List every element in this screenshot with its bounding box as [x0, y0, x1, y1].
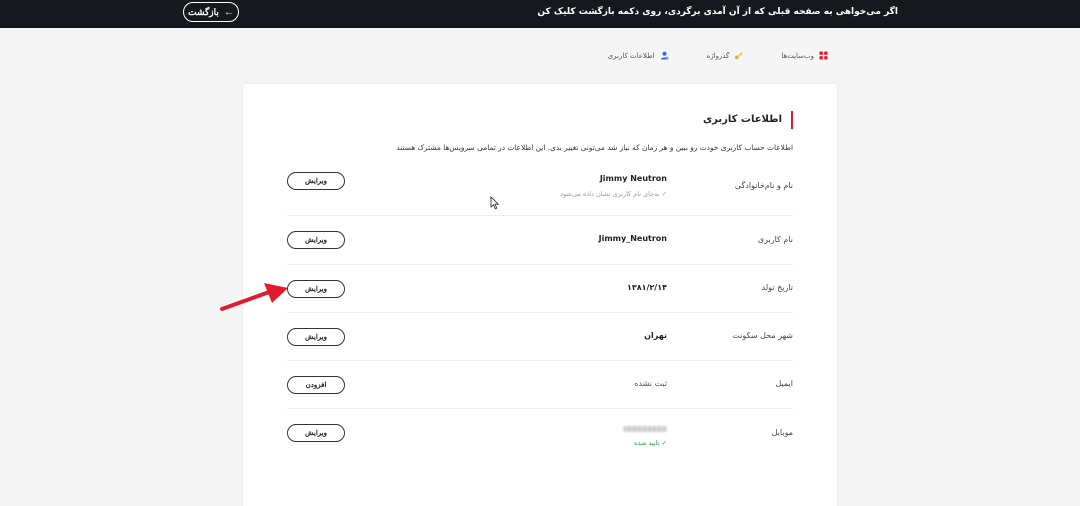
redacted-blur: [623, 426, 667, 432]
full-name-label: نام و نام‌خانوادگی: [734, 181, 793, 190]
tab-websites[interactable]: وب‌سایت‌ها: [781, 51, 828, 60]
annotation-arrow-icon: [220, 283, 288, 311]
edit-birth-date-button[interactable]: ویرایش: [287, 280, 345, 298]
city-value: تهران: [644, 331, 667, 340]
row-city: شهر محل سکونت تهران ویرایش: [287, 313, 793, 361]
tab-password-label: گذرواژه: [706, 51, 730, 60]
user-icon: [660, 51, 669, 60]
birth-date-value: ۱۳۸۱/۲/۱۴: [626, 283, 667, 292]
edit-username-button[interactable]: ویرایش: [287, 231, 345, 249]
add-email-button[interactable]: افزودن: [287, 376, 345, 394]
mobile-value-redacted: [623, 425, 667, 434]
city-label: شهر محل سکونت: [732, 331, 793, 340]
row-mobile: موبایل ✓ تایید شده ویرایش: [287, 409, 793, 461]
mobile-label: موبایل: [771, 428, 793, 437]
key-icon: [734, 51, 743, 60]
arrow-left-icon: ←: [223, 6, 234, 18]
row-full-name: نام و نام‌خانوادگی Jimmy Neutron ✓ به‌جا…: [287, 168, 793, 216]
tab-websites-label: وب‌سایت‌ها: [781, 51, 814, 60]
edit-city-button[interactable]: ویرایش: [287, 328, 345, 346]
top-notice-bar: اگر می‌خواهی به صفحه قبلی که از آن آمدی …: [0, 0, 1080, 28]
username-label: نام کاربری: [757, 235, 793, 244]
mobile-verified-note: ✓ تایید شده: [634, 439, 667, 447]
username-value: Jimmy_Neutron: [598, 234, 667, 243]
mouse-cursor-icon: [490, 196, 500, 210]
row-username: نام کاربری Jimmy_Neutron ویرایش: [287, 216, 793, 265]
edit-mobile-button[interactable]: ویرایش: [287, 424, 345, 442]
account-tabs: اطلاعات کاربری گذرواژه وب‌سایت‌ها: [608, 51, 828, 60]
section-title: اطلاعات کاربری: [703, 111, 793, 129]
section-description: اطلاعات حساب کاربری خودت رو ببین و هر زم…: [396, 143, 793, 152]
back-button[interactable]: بازگشت ←: [183, 2, 239, 22]
tab-password[interactable]: گذرواژه: [707, 51, 744, 60]
tab-user-info-label: اطلاعات کاربری: [607, 51, 655, 60]
row-birth-date: تاریخ تولد ۱۳۸۱/۲/۱۴ ویرایش: [287, 265, 793, 313]
row-email: ایمیل ثبت نشده افزودن: [287, 361, 793, 409]
email-value: ثبت نشده: [634, 379, 667, 388]
back-instruction-text: اگر می‌خواهی به صفحه قبلی که از آن آمدی …: [537, 7, 898, 17]
tab-user-info[interactable]: اطلاعات کاربری: [608, 51, 669, 60]
back-button-label: بازگشت: [188, 6, 219, 17]
full-name-note: ✓ به‌جای نام کاربری نشان داده می‌شود: [560, 190, 667, 198]
edit-full-name-button[interactable]: ویرایش: [287, 172, 345, 190]
full-name-value: Jimmy Neutron: [599, 174, 667, 183]
birth-date-label: تاریخ تولد: [761, 283, 793, 292]
email-label: ایمیل: [775, 379, 793, 388]
user-info-card: اطلاعات کاربری اطلاعات حساب کاربری خودت …: [243, 84, 837, 506]
grid-icon: [819, 51, 828, 60]
